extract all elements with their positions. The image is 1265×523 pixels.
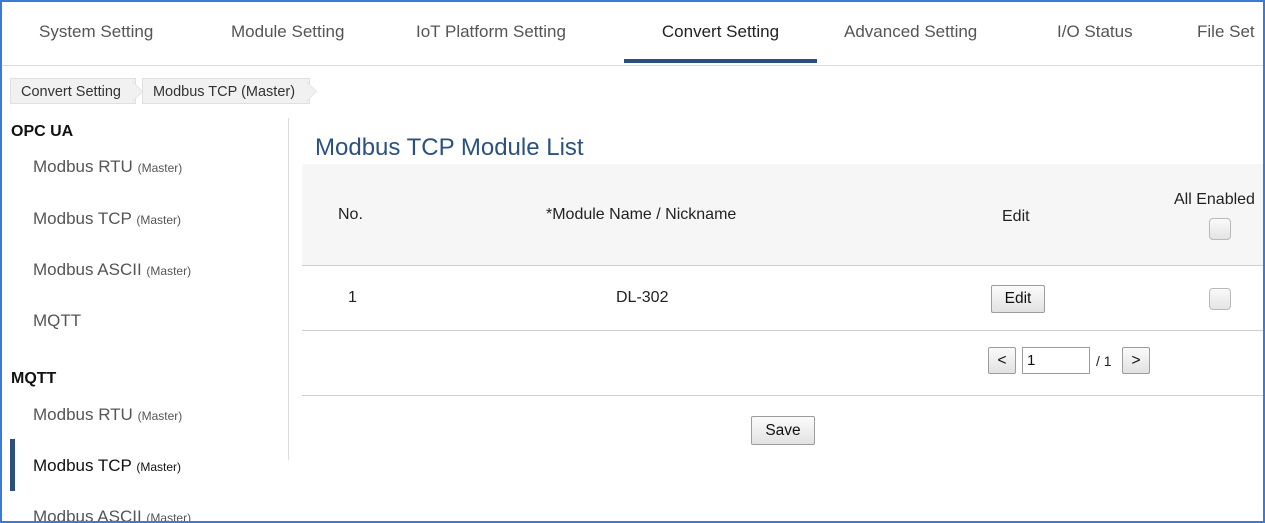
row-no: 1: [348, 289, 357, 306]
sidebar-item-suffix: (Master): [146, 264, 192, 278]
sidebar-item-label: MQTT: [33, 311, 82, 330]
sidebar-item-label: Modbus ASCII: [33, 507, 142, 523]
tab-iot-platform-setting[interactable]: IoT Platform Setting: [416, 22, 606, 66]
pager-total: / 1: [1096, 353, 1112, 369]
pager-next-button[interactable]: >: [1122, 347, 1150, 374]
pager-divider: [302, 395, 1263, 396]
sidebar-item-label: Modbus TCP: [33, 209, 132, 228]
sidebar-item-suffix: (Master): [137, 161, 183, 175]
all-enabled-checkbox[interactable]: [1209, 218, 1231, 240]
table-header: [302, 164, 1263, 266]
sidebar-item-label: Modbus RTU: [33, 405, 133, 424]
breadcrumb: Convert Setting Modbus TCP (Master): [10, 78, 316, 104]
sidebar-item-opcua-modbus-tcp[interactable]: Modbus TCP (Master): [33, 209, 181, 229]
sidebar-active-indicator: [10, 439, 15, 491]
active-tab-indicator: [624, 59, 817, 63]
sidebar-item-label: Modbus ASCII: [33, 260, 142, 279]
sidebar-divider: [288, 118, 289, 460]
column-header-edit: Edit: [1002, 208, 1030, 225]
column-header-all-enabled: All Enabled: [1174, 191, 1255, 208]
tab-label: Advanced Setting: [844, 22, 978, 41]
sidebar-item-opcua-modbus-ascii[interactable]: Modbus ASCII (Master): [33, 260, 191, 280]
sidebar-heading-opc-ua: OPC UA: [11, 123, 74, 140]
tab-system-setting[interactable]: System Setting: [39, 22, 179, 66]
page-title: Modbus TCP Module List: [315, 134, 584, 161]
row-edit-button[interactable]: Edit: [991, 285, 1045, 313]
tab-io-status[interactable]: I/O Status: [1057, 22, 1147, 66]
sidebar-item-suffix: (Master): [136, 460, 181, 474]
tab-label: File Set: [1197, 22, 1255, 41]
breadcrumb-item-modbus-tcp[interactable]: Modbus TCP (Master): [141, 78, 311, 104]
breadcrumb-label: Modbus TCP (Master): [152, 84, 296, 100]
tab-label: I/O Status: [1057, 22, 1133, 41]
breadcrumb-label: Convert Setting: [21, 84, 121, 100]
tab-convert-setting[interactable]: Convert Setting: [624, 22, 817, 66]
tab-label: IoT Platform Setting: [416, 22, 566, 41]
tab-advanced-setting[interactable]: Advanced Setting: [844, 22, 1014, 66]
tab-file-setting[interactable]: File Set: [1197, 22, 1263, 66]
row-enabled-checkbox[interactable]: [1209, 288, 1231, 310]
tab-module-setting[interactable]: Module Setting: [231, 22, 371, 66]
pager-page-input[interactable]: [1022, 347, 1090, 374]
row-divider: [302, 330, 1263, 331]
sidebar-item-label: Modbus RTU: [33, 157, 133, 176]
pager-prev-button[interactable]: <: [988, 347, 1016, 374]
sidebar-item-suffix: (Master): [136, 213, 181, 227]
column-header-no: No.: [338, 206, 363, 223]
sidebar-item-label: Modbus TCP: [33, 456, 132, 475]
top-nav-tabs: System Setting Module Setting IoT Platfo…: [2, 2, 1263, 66]
app-window: System Setting Module Setting IoT Platfo…: [0, 0, 1265, 523]
tab-label: System Setting: [39, 22, 154, 41]
tab-label: Module Setting: [231, 22, 345, 41]
sidebar-item-mqtt-modbus-tcp[interactable]: Modbus TCP (Master): [33, 456, 181, 476]
breadcrumb-item-convert-setting[interactable]: Convert Setting: [10, 78, 136, 104]
sidebar-item-opcua-modbus-rtu[interactable]: Modbus RTU (Master): [33, 157, 182, 177]
sidebar-item-opcua-mqtt[interactable]: MQTT: [33, 311, 81, 331]
sidebar-heading-mqtt: MQTT: [11, 370, 57, 387]
save-button[interactable]: Save: [751, 416, 815, 445]
tab-label: Convert Setting: [661, 22, 780, 41]
sidebar-item-suffix: (Master): [146, 511, 192, 523]
column-header-module-name: *Module Name / Nickname: [546, 206, 737, 223]
row-module-name: DL-302: [616, 289, 669, 306]
sidebar-item-mqtt-modbus-rtu[interactable]: Modbus RTU (Master): [33, 405, 182, 425]
sidebar-item-mqtt-modbus-ascii[interactable]: Modbus ASCII (Master): [33, 507, 192, 523]
sidebar-item-suffix: (Master): [137, 409, 183, 423]
